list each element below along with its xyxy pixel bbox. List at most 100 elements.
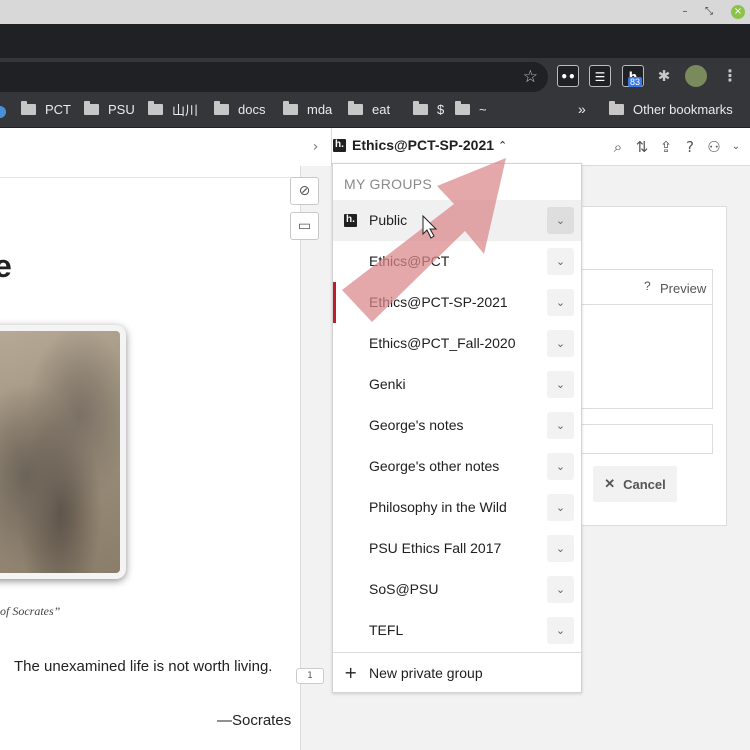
expand-chevron-icon[interactable]: ⌄ [547, 371, 574, 398]
bookmark-folder[interactable]: $ [413, 96, 444, 122]
expand-chevron-icon[interactable]: ⌄ [547, 207, 574, 234]
folder-icon [84, 100, 99, 115]
share-icon[interactable]: ⇪ [657, 138, 675, 156]
group-item[interactable]: Ethics@PCT-SP-2021 ⌄ [333, 282, 581, 323]
annotation-count-bubble[interactable]: 1 [296, 668, 324, 684]
menu-section-title: MY GROUPS [344, 176, 433, 192]
menu-kebab-icon[interactable]: ⋮ [719, 65, 741, 87]
note-icon: ▭ [297, 218, 312, 234]
group-item[interactable]: SoS@PSU ⌄ [333, 569, 581, 610]
editor-toolbar: ? Preview [571, 269, 713, 305]
group-label: PSU Ethics Fall 2017 [369, 540, 502, 556]
extensions-puzzle-icon[interactable]: ✱ [653, 65, 675, 87]
expand-chevron-icon[interactable]: ⌄ [547, 330, 574, 357]
hypothesis-logo-icon: h. [333, 138, 346, 152]
hypothesis-sidebar: › h. Ethics@PCT-SP-2021 ⌃ ⌕ ⇅ ⇪ ? ⚇ ⌄ ⊘ … [290, 128, 750, 750]
hide-highlights-button[interactable]: ⊘ [290, 177, 319, 205]
eye-slash-icon: ⊘ [298, 183, 311, 199]
annotation-editor-card: ? Preview ✕ Cancel [571, 206, 727, 526]
group-label: Ethics@PCT [369, 253, 450, 269]
group-item[interactable]: Genki ⌄ [333, 364, 581, 405]
bookmarks-overflow-button[interactable]: » [578, 96, 586, 122]
minimize-icon[interactable]: – [678, 5, 692, 19]
folder-icon [609, 100, 624, 115]
tag-input[interactable] [571, 424, 713, 454]
folder-icon [21, 100, 36, 115]
expand-chevron-icon[interactable]: ⌄ [547, 248, 574, 275]
sidebar-toolbar: ⊘ ▭ [290, 177, 320, 247]
folder-icon [348, 100, 363, 115]
group-item[interactable]: George's other notes ⌄ [333, 446, 581, 487]
bookmark-folder[interactable]: ~ [455, 96, 487, 122]
search-icon[interactable]: ⌕ [609, 138, 627, 156]
quote-text[interactable]: The unexamined life is not worth living. [14, 658, 272, 675]
browser-toolbar: ☆ •• ☰ h 83 ✱ ⋮ [0, 58, 750, 96]
restore-icon[interactable]: ⤡ [702, 5, 716, 19]
bookmark-folder[interactable]: mda [283, 96, 332, 122]
folder-icon [148, 100, 163, 115]
address-bar[interactable]: ☆ [0, 62, 548, 92]
expand-chevron-icon[interactable]: ⌄ [547, 412, 574, 439]
collapse-sidebar-button[interactable]: › [300, 128, 332, 166]
socrates-painting-image [0, 325, 126, 579]
group-item[interactable]: Ethics@PCT_Fall-2020 ⌄ [333, 323, 581, 364]
article-content: e of Socrates” The unexamined life is no… [0, 128, 300, 750]
extension-reader-icon[interactable]: ☰ [589, 65, 611, 87]
sidebar-header: › h. Ethics@PCT-SP-2021 ⌃ ⌕ ⇅ ⇪ ? ⚇ ⌄ [300, 128, 750, 166]
extension-badge: 83 [628, 77, 643, 87]
image-caption: of Socrates” [0, 604, 61, 618]
expand-chevron-icon[interactable]: ⌄ [547, 453, 574, 480]
expand-chevron-icon[interactable]: ⌄ [547, 535, 574, 562]
group-label: TEFL [369, 622, 404, 638]
expand-chevron-icon[interactable]: ⌄ [547, 617, 574, 644]
user-icon[interactable]: ⚇ [705, 138, 723, 156]
folder-icon [214, 100, 229, 115]
folder-icon [455, 100, 470, 115]
quote-attribution: —Socrates [217, 712, 292, 729]
group-item[interactable]: PSU Ethics Fall 2017 ⌄ [333, 528, 581, 569]
folder-icon [413, 100, 428, 115]
expand-chevron-icon[interactable]: ⌄ [547, 576, 574, 603]
expand-chevron-icon[interactable]: ⌄ [547, 494, 574, 521]
group-label: Genki [369, 376, 406, 392]
markdown-help-button[interactable]: ? [644, 279, 651, 293]
current-group-name: Ethics@PCT-SP-2021 [352, 137, 495, 153]
folder-icon [283, 100, 298, 115]
user-menu-chevron-icon[interactable]: ⌄ [727, 138, 745, 156]
tab-strip [0, 24, 750, 58]
other-bookmarks[interactable]: Other bookmarks [609, 96, 733, 122]
sort-icon[interactable]: ⇅ [633, 138, 651, 156]
help-icon[interactable]: ? [681, 138, 699, 156]
bookmark-folder[interactable]: eat [348, 96, 390, 122]
new-private-group-item[interactable]: + New private group [333, 652, 581, 693]
plus-icon: + [344, 663, 358, 682]
bookmark-folder[interactable]: 山川 [148, 96, 198, 122]
annotation-textarea[interactable] [571, 305, 713, 409]
cancel-button[interactable]: ✕ Cancel [593, 466, 677, 502]
bookmark-folder[interactable]: PSU [84, 96, 135, 122]
group-item[interactable]: h. Public ⌄ [333, 200, 581, 241]
new-page-note-button[interactable]: ▭ [290, 212, 319, 240]
hypothesis-logo-icon: h. [344, 214, 357, 227]
profile-avatar[interactable] [685, 65, 707, 87]
group-item[interactable]: George's notes ⌄ [333, 405, 581, 446]
expand-chevron-icon[interactable]: ⌄ [547, 289, 574, 316]
bookmark-folder[interactable]: PCT [21, 96, 71, 122]
group-item[interactable]: Ethics@PCT ⌄ [333, 241, 581, 282]
group-label: SoS@PSU [369, 581, 439, 597]
group-label: George's notes [369, 417, 464, 433]
group-label: Public [369, 212, 408, 228]
bookmark-star-icon[interactable]: ☆ [523, 67, 538, 87]
group-label: George's other notes [369, 458, 500, 474]
close-icon[interactable]: × [731, 5, 745, 19]
bookmark-globe-icon[interactable] [0, 106, 6, 118]
group-item[interactable]: TEFL ⌄ [333, 610, 581, 651]
group-item[interactable]: Philosophy in the Wild ⌄ [333, 487, 581, 528]
group-label: Ethics@PCT_Fall-2020 [369, 335, 516, 351]
groups-dropdown-menu: MY GROUPS h. Public ⌄ Ethics@PCT ⌄ Ethics@PCT… [332, 163, 582, 693]
group-label: Ethics@PCT-SP-2021 [369, 294, 508, 310]
bookmark-folder[interactable]: docs [214, 96, 265, 122]
preview-button[interactable]: Preview [660, 281, 706, 296]
extension-glasses-icon[interactable]: •• [557, 65, 579, 87]
group-selector[interactable]: h. Ethics@PCT-SP-2021 ⌃ [333, 137, 507, 153]
